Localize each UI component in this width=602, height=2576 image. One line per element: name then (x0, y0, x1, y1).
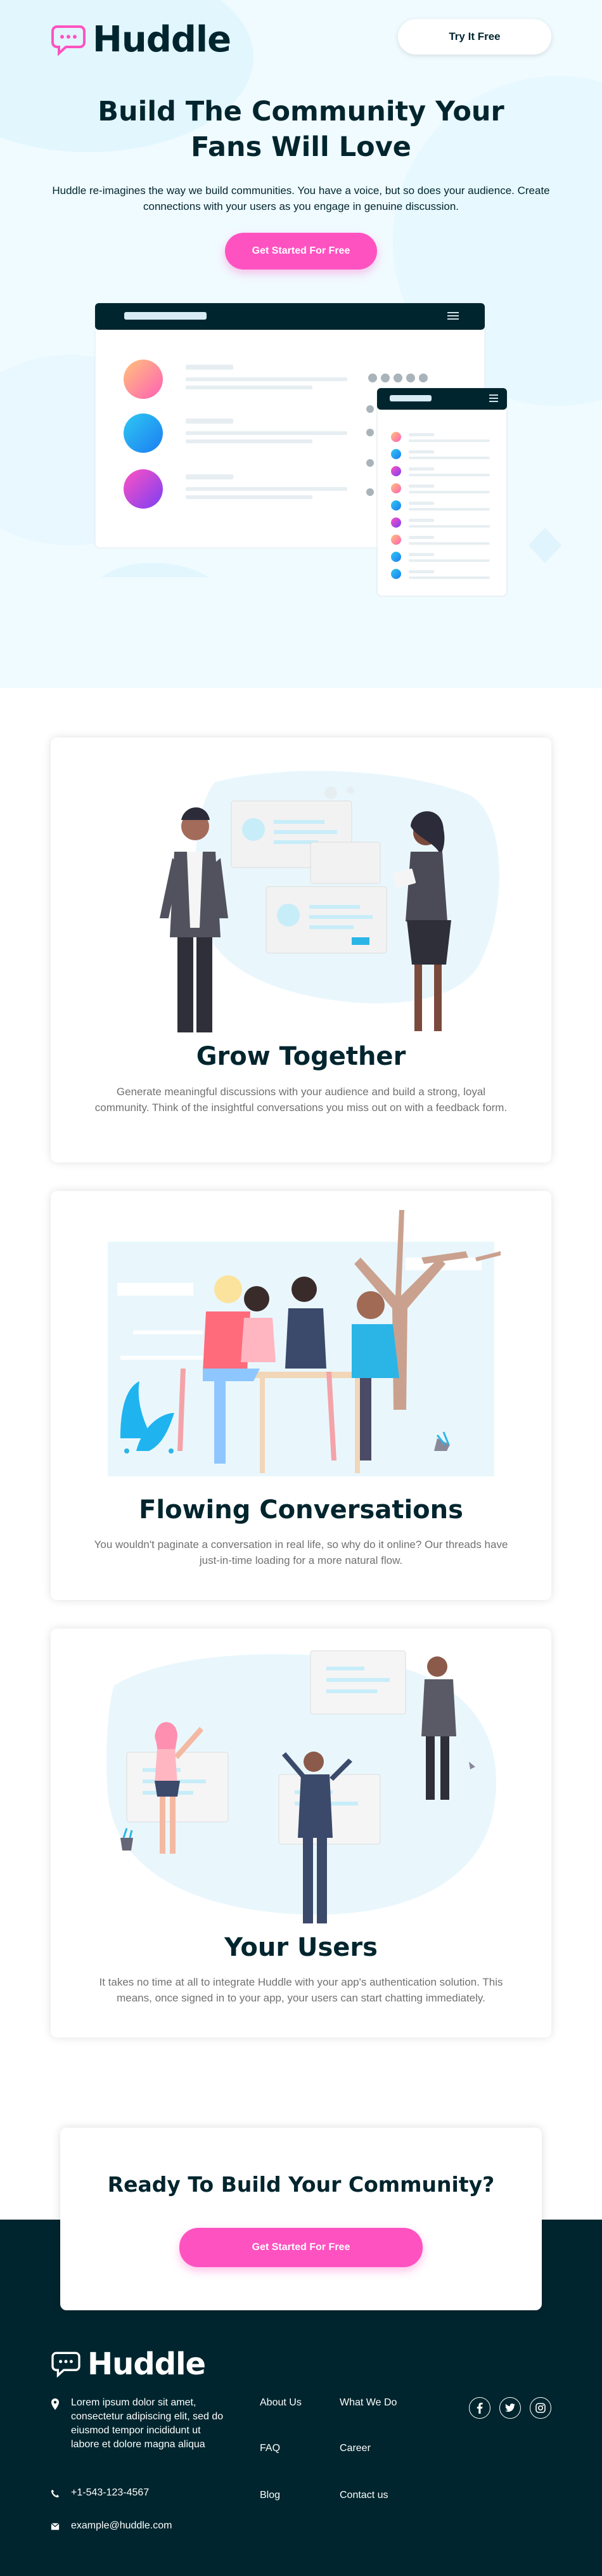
facebook-icon[interactable] (469, 2397, 490, 2419)
feature-card-flowing-conversations: Flowing Conversations You wouldn't pagin… (51, 1191, 551, 1600)
ready-get-started-button[interactable]: Get Started For Free (179, 2228, 423, 2267)
flowing-conversations-illustration (108, 1210, 501, 1476)
footer-link-what-we-do[interactable]: What We Do (340, 2397, 397, 2409)
feature-card-your-users: Your Users It takes no time at all to in… (51, 1629, 551, 2038)
footer-link-career[interactable]: Career (340, 2443, 371, 2454)
feature-title: Your Users (224, 1933, 378, 1962)
hero-section: Huddle Try It Free Build The Community Y… (0, 0, 602, 688)
footer-link-about-us[interactable]: About Us (260, 2397, 302, 2409)
address-text: Lorem ipsum dolor sit amet, consectetur … (71, 2397, 224, 2450)
ready-cta-card: Ready To Build Your Community? Get Start… (60, 2128, 542, 2310)
phone-icon (51, 2489, 60, 2498)
feature-title: Flowing Conversations (139, 1495, 463, 1525)
footer-email: example@huddle.com (51, 2519, 172, 2533)
email-text[interactable]: example@huddle.com (71, 2519, 172, 2533)
footer-link-blog[interactable]: Blog (260, 2490, 280, 2501)
instagram-icon[interactable] (530, 2397, 551, 2419)
chat-bubble-logo-icon (51, 2352, 80, 2378)
phone-text[interactable]: +1-543-123-4567 (71, 2486, 149, 2500)
footer-phone: +1-543-123-4567 (51, 2486, 149, 2500)
feature-description: Generate meaningful discussions with you… (94, 1086, 508, 1114)
email-icon (51, 2523, 60, 2530)
footer-address: Lorem ipsum dolor sit amet, consectetur … (51, 2396, 228, 2452)
feature-title: Grow Together (196, 1042, 406, 1071)
footer-logo-text: Huddle (87, 2346, 206, 2382)
footer-logo[interactable]: Huddle (51, 2346, 206, 2382)
your-users-illustration (106, 1650, 497, 1923)
feature-card-grow-together: Grow Together Generate meaningful discus… (51, 738, 551, 1162)
ready-title: Ready To Build Your Community? (107, 2172, 495, 2197)
footer-link-faq[interactable]: FAQ (260, 2443, 280, 2454)
feature-description: You wouldn't paginate a conversation in … (94, 1538, 508, 1566)
footer-link-contact-us[interactable]: Contact us (340, 2490, 388, 2501)
hero-mockup-illustration (94, 302, 561, 597)
twitter-icon[interactable] (499, 2397, 521, 2419)
location-pin-icon (51, 2398, 59, 2410)
grow-together-illustration (160, 771, 499, 1032)
feature-description: It takes no time at all to integrate Hud… (99, 1976, 503, 2004)
